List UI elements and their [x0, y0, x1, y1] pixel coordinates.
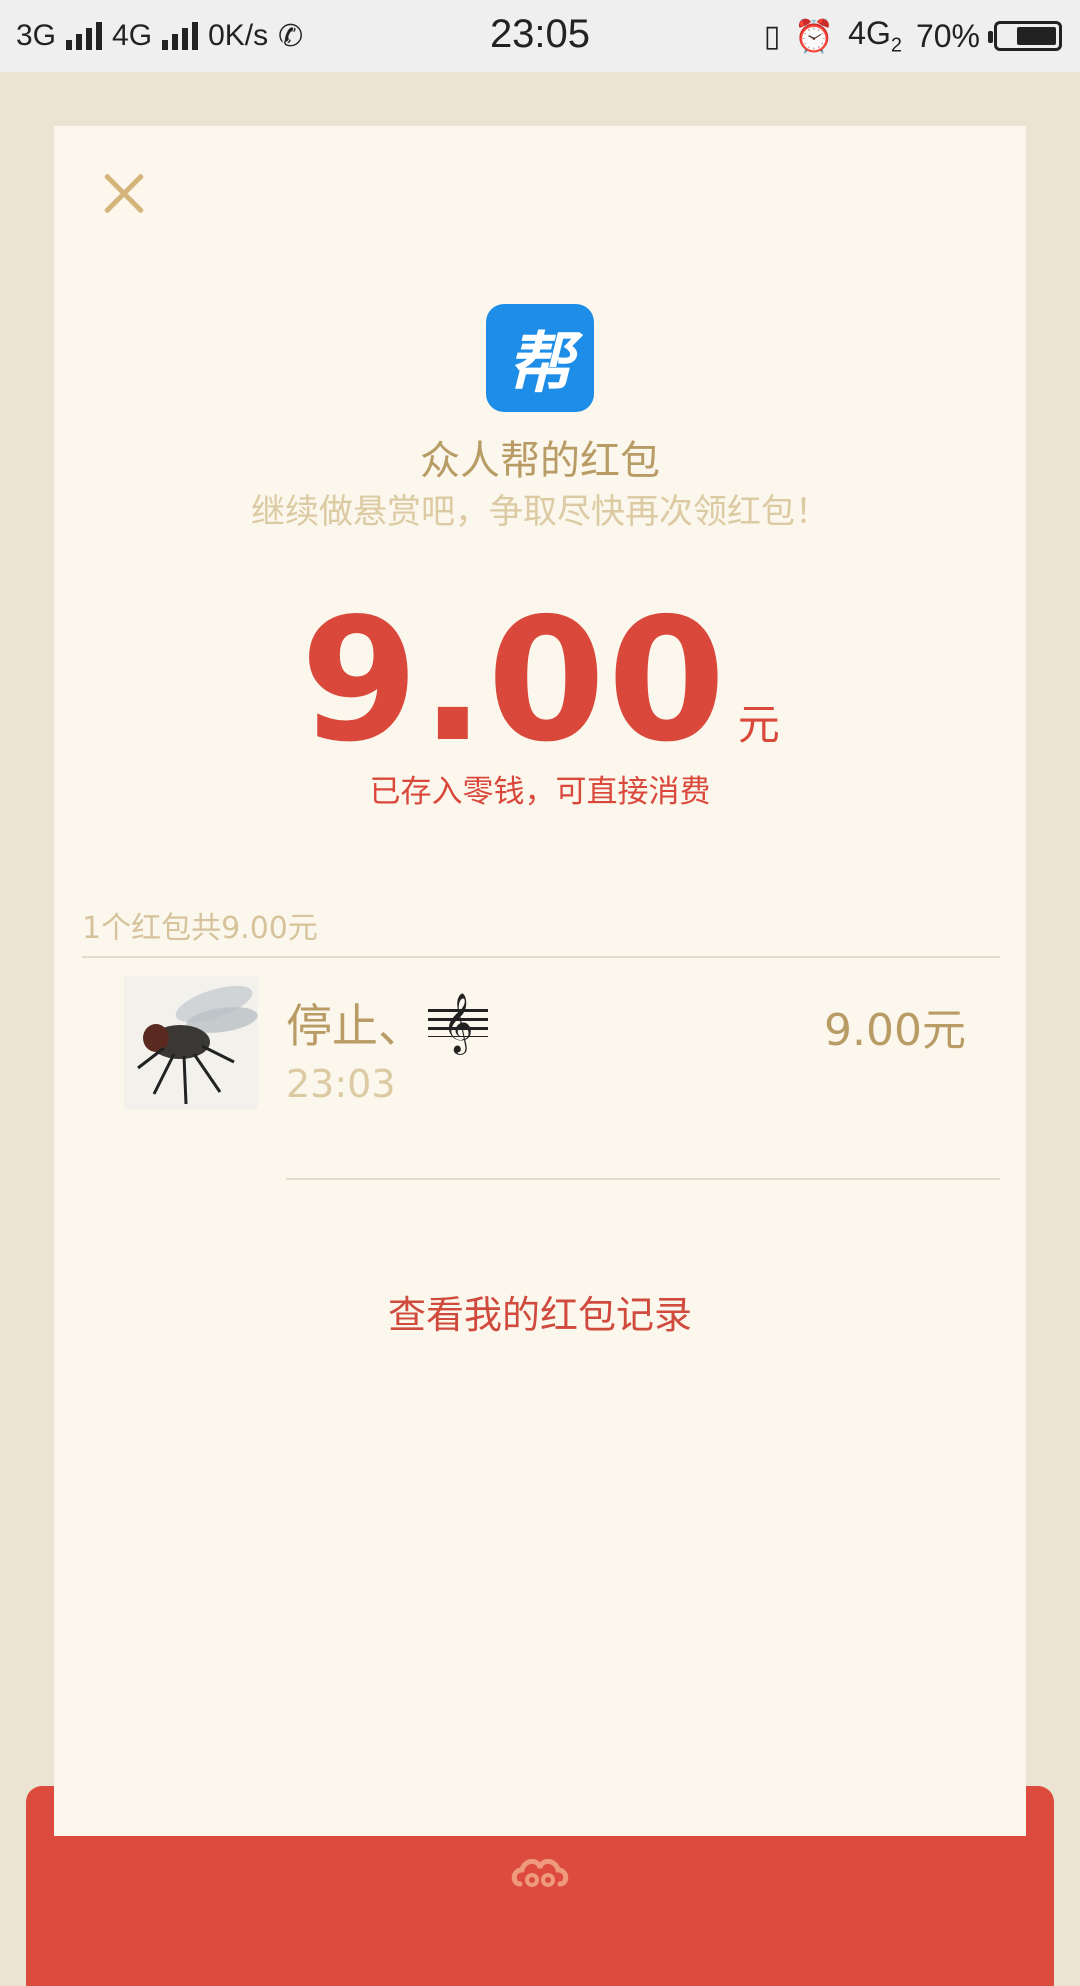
avatar	[124, 976, 258, 1110]
close-icon[interactable]	[92, 162, 156, 226]
network-type-3: 4G2	[848, 14, 902, 57]
status-right: ▯ ⏰ 4G2 70%	[764, 14, 1062, 58]
vibrate-icon: ▯	[763, 19, 781, 53]
fly-image	[124, 976, 258, 1110]
music-staff-icon: 𝄞	[428, 993, 488, 1053]
battery-icon	[988, 21, 1062, 51]
app-logo: 帮	[486, 304, 594, 412]
stored-note: 已存入零钱，可直接消费	[369, 774, 711, 810]
alarm-icon: ⏰	[794, 18, 835, 54]
view-records-link[interactable]: 查看我的红包记录	[54, 1284, 1026, 1339]
amount-unit: 元	[737, 700, 780, 749]
packet-summary: 1个红包共9.00元	[82, 911, 318, 946]
recipient-name: 停止、 𝄞	[286, 990, 488, 1056]
zigzag-edge	[54, 1822, 1026, 1836]
received-amount: 9.00元	[824, 1005, 966, 1056]
list-item[interactable]: 停止、 𝄞 23:03 9.00元	[54, 976, 1026, 1306]
amount-display: 9.00 元	[54, 596, 1026, 766]
sender-name: 众人帮的红包	[420, 438, 660, 484]
battery-percent: 70%	[915, 17, 980, 54]
status-bar: 3G 4G 0K/s ✆ 23:05 ▯ ⏰ 4G2 70%	[0, 0, 1080, 72]
red-packet-card: 帮 众人帮的红包 继续做悬赏吧，争取尽快再次领红包！ 9.00 元 已存入零钱，可…	[54, 126, 1026, 1836]
cloud-pattern-icon	[511, 1859, 569, 1887]
divider	[82, 956, 1000, 958]
receive-time: 23:03	[286, 1062, 396, 1106]
amount-value: 9.00	[300, 582, 728, 780]
subtitle: 继续做悬赏吧，争取尽快再次领红包！	[251, 492, 829, 532]
divider	[286, 1178, 1000, 1180]
